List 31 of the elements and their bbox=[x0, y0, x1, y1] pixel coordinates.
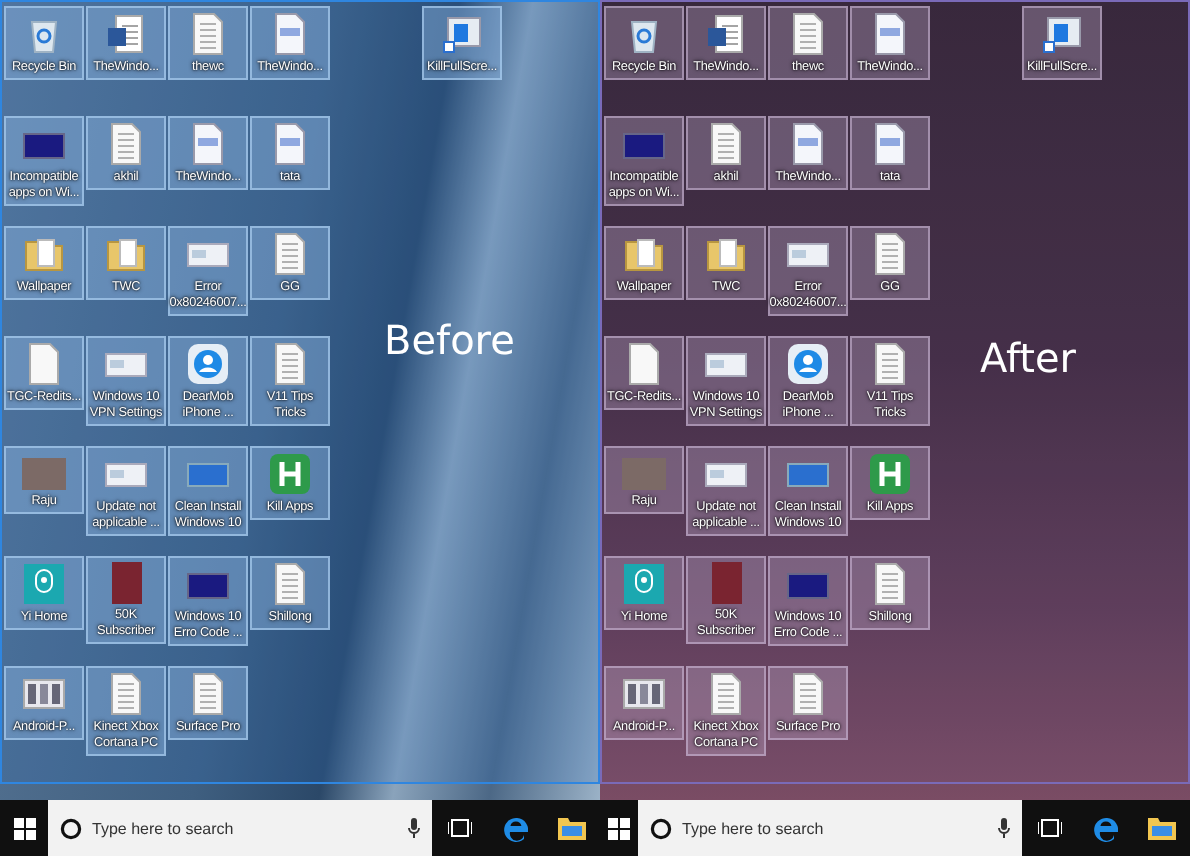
camera-app-icon bbox=[622, 562, 666, 606]
task-view-icon bbox=[448, 818, 472, 838]
folder-icon bbox=[558, 816, 586, 840]
search-placeholder: Type here to search bbox=[92, 819, 236, 837]
person-app-icon bbox=[186, 342, 230, 386]
search-placeholder: Type here to search bbox=[682, 819, 826, 837]
folder-icon bbox=[1148, 816, 1176, 840]
search-field[interactable]: Type here to search bbox=[638, 800, 1022, 856]
photo-placeholder bbox=[22, 458, 66, 490]
microphone-icon[interactable] bbox=[408, 818, 420, 838]
camera-app-icon bbox=[22, 562, 66, 606]
search-field[interactable]: Type here to search bbox=[48, 800, 432, 856]
book-cover-placeholder bbox=[111, 562, 141, 604]
word-document-icon bbox=[704, 12, 748, 56]
cortana-circle-icon bbox=[650, 817, 672, 839]
book-cover-placeholder bbox=[711, 562, 741, 604]
letter-h-app-icon bbox=[268, 452, 312, 496]
browser-e-icon bbox=[502, 814, 530, 842]
windows-logo-icon bbox=[608, 817, 630, 839]
panel-caption: Before bbox=[384, 316, 515, 364]
window-shortcut-icon bbox=[440, 12, 484, 56]
browser-e-icon bbox=[1092, 814, 1120, 842]
cortana-circle-icon bbox=[60, 817, 82, 839]
microphone-icon[interactable] bbox=[998, 818, 1010, 838]
window-shortcut-icon bbox=[1040, 12, 1084, 56]
person-app-icon bbox=[786, 342, 830, 386]
windows-logo-icon bbox=[13, 817, 35, 839]
task-view-icon bbox=[1038, 818, 1062, 838]
panel-caption: After bbox=[980, 334, 1077, 382]
word-document-icon bbox=[104, 12, 148, 56]
letter-h-app-icon bbox=[868, 452, 912, 496]
